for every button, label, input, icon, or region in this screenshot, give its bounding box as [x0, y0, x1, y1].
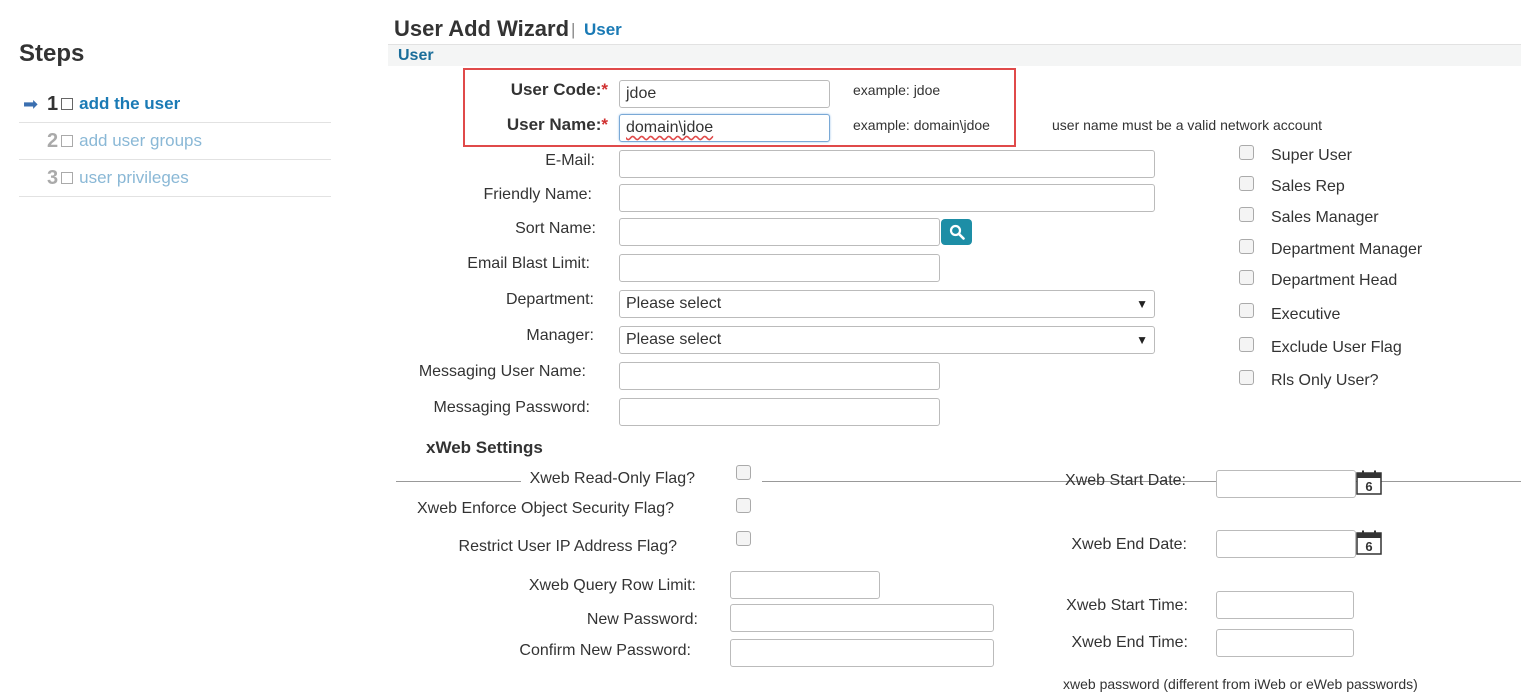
- department-head-label: Department Head: [1271, 272, 1398, 289]
- wizard-subtitle-link[interactable]: User: [584, 20, 622, 40]
- department-select[interactable]: Please select ▼: [619, 290, 1155, 318]
- dropdown-arrow-icon: ▼: [1136, 297, 1148, 311]
- step-checkbox-icon: [61, 98, 74, 110]
- email-blast-limit-input[interactable]: [619, 254, 940, 282]
- step-number: 2: [47, 129, 59, 152]
- xweb-enforce-security-label: Xweb Enforce Object Security Flag?: [416, 500, 674, 517]
- exclude-user-flag-checkbox[interactable]: [1239, 337, 1254, 352]
- xweb-end-date-input[interactable]: [1216, 530, 1356, 558]
- xweb-query-row-limit-input[interactable]: [730, 571, 880, 599]
- messaging-password-input[interactable]: [619, 398, 940, 426]
- xweb-start-time-label: Xweb Start Time:: [1066, 597, 1188, 614]
- sort-name-input[interactable]: [619, 218, 940, 246]
- department-label: Department:: [505, 291, 594, 308]
- xweb-end-time-input[interactable]: [1216, 629, 1354, 657]
- super-user-checkbox[interactable]: [1239, 145, 1254, 160]
- email-blast-limit-label: Email Blast Limit:: [467, 255, 590, 272]
- executive-checkbox[interactable]: [1239, 303, 1254, 318]
- step-label[interactable]: add the user: [79, 94, 180, 114]
- xweb-end-time-label: Xweb End Time:: [1071, 634, 1189, 651]
- exclude-user-flag-label: Exclude User Flag: [1271, 339, 1402, 356]
- sales-manager-checkbox[interactable]: [1239, 207, 1254, 222]
- search-button[interactable]: [941, 219, 972, 245]
- xweb-settings-heading: xWeb Settings: [426, 438, 543, 457]
- user-name-note: user name must be a valid network accoun…: [1052, 117, 1323, 133]
- restrict-ip-label: Restrict User IP Address Flag?: [458, 538, 677, 555]
- department-manager-checkbox[interactable]: [1239, 239, 1254, 254]
- user-name-label: User Name:*: [506, 115, 608, 134]
- section-label: User: [398, 47, 434, 64]
- manager-label: Manager:: [526, 327, 594, 344]
- rls-only-user-checkbox[interactable]: [1239, 370, 1254, 385]
- user-code-hint: example: jdoe: [853, 82, 941, 98]
- sales-rep-label: Sales Rep: [1271, 178, 1345, 195]
- friendly-name-input[interactable]: [619, 184, 1155, 212]
- xweb-password-note: xweb password (different from iWeb or eW…: [1063, 676, 1418, 692]
- wizard-title: User Add Wizard: [394, 16, 570, 41]
- xweb-start-date-label: Xweb Start Date:: [1065, 472, 1186, 489]
- xweb-start-time-input[interactable]: [1216, 591, 1354, 619]
- manager-selected-value: Please select: [626, 331, 722, 348]
- title-separator: |: [571, 20, 576, 39]
- sales-rep-checkbox[interactable]: [1239, 176, 1254, 191]
- steps-title: Steps: [19, 40, 85, 67]
- step-add-user-groups[interactable]: 2 add user groups: [19, 123, 331, 160]
- step-checkbox-icon: [61, 172, 74, 184]
- step-checkbox-icon: [61, 135, 74, 147]
- calendar-icon[interactable]: 6: [1356, 470, 1382, 495]
- required-marker: *: [601, 80, 608, 99]
- rls-only-user-label: Rls Only User?: [1271, 372, 1379, 389]
- user-code-input[interactable]: jdoe: [619, 80, 830, 108]
- svg-text:6: 6: [1365, 479, 1372, 494]
- svg-text:6: 6: [1365, 539, 1372, 554]
- required-marker: *: [601, 115, 608, 134]
- xweb-query-row-limit-label: Xweb Query Row Limit:: [528, 577, 696, 594]
- xweb-end-date-label: Xweb End Date:: [1071, 536, 1187, 553]
- email-input[interactable]: [619, 150, 1155, 178]
- department-selected-value: Please select: [626, 295, 722, 312]
- search-icon: [949, 224, 965, 240]
- xweb-enforce-security-checkbox[interactable]: [736, 498, 751, 513]
- email-label: E-Mail:: [545, 152, 595, 169]
- xweb-start-date-input[interactable]: [1216, 470, 1356, 498]
- executive-label: Executive: [1271, 306, 1341, 323]
- new-password-input[interactable]: [730, 604, 994, 632]
- user-name-hint: example: domain\jdoe: [853, 117, 990, 133]
- arrow-right-icon: ➡: [23, 93, 39, 114]
- department-head-checkbox[interactable]: [1239, 270, 1254, 285]
- user-name-value: domain\jdoe: [626, 119, 714, 136]
- super-user-label: Super User: [1271, 147, 1352, 164]
- section-bar: [388, 44, 1521, 66]
- messaging-user-name-input[interactable]: [619, 362, 940, 390]
- sort-name-label: Sort Name:: [515, 220, 596, 237]
- friendly-name-label: Friendly Name:: [483, 186, 592, 203]
- step-label[interactable]: user privileges: [79, 168, 189, 188]
- messaging-user-name-label: Messaging User Name:: [418, 363, 586, 380]
- step-add-user[interactable]: ➡ 1 add the user: [19, 86, 331, 123]
- dropdown-arrow-icon: ▼: [1136, 333, 1148, 347]
- step-label[interactable]: add user groups: [79, 131, 202, 151]
- new-password-label: New Password:: [586, 611, 698, 628]
- xweb-read-only-checkbox[interactable]: [736, 465, 751, 480]
- confirm-password-label: Confirm New Password:: [519, 642, 691, 659]
- xweb-read-only-label: Xweb Read-Only Flag?: [529, 470, 695, 487]
- step-number: 1: [47, 92, 59, 115]
- calendar-icon[interactable]: 6: [1356, 530, 1382, 555]
- confirm-password-input[interactable]: [730, 639, 994, 667]
- messaging-password-label: Messaging Password:: [433, 399, 590, 416]
- restrict-ip-checkbox[interactable]: [736, 531, 751, 546]
- step-user-privileges[interactable]: 3 user privileges: [19, 160, 331, 197]
- sales-manager-label: Sales Manager: [1271, 209, 1379, 226]
- manager-select[interactable]: Please select ▼: [619, 326, 1155, 354]
- user-name-input[interactable]: domain\jdoe: [619, 114, 830, 142]
- department-manager-label: Department Manager: [1271, 241, 1423, 258]
- step-number: 3: [47, 166, 59, 189]
- user-code-label: User Code:*: [510, 80, 608, 99]
